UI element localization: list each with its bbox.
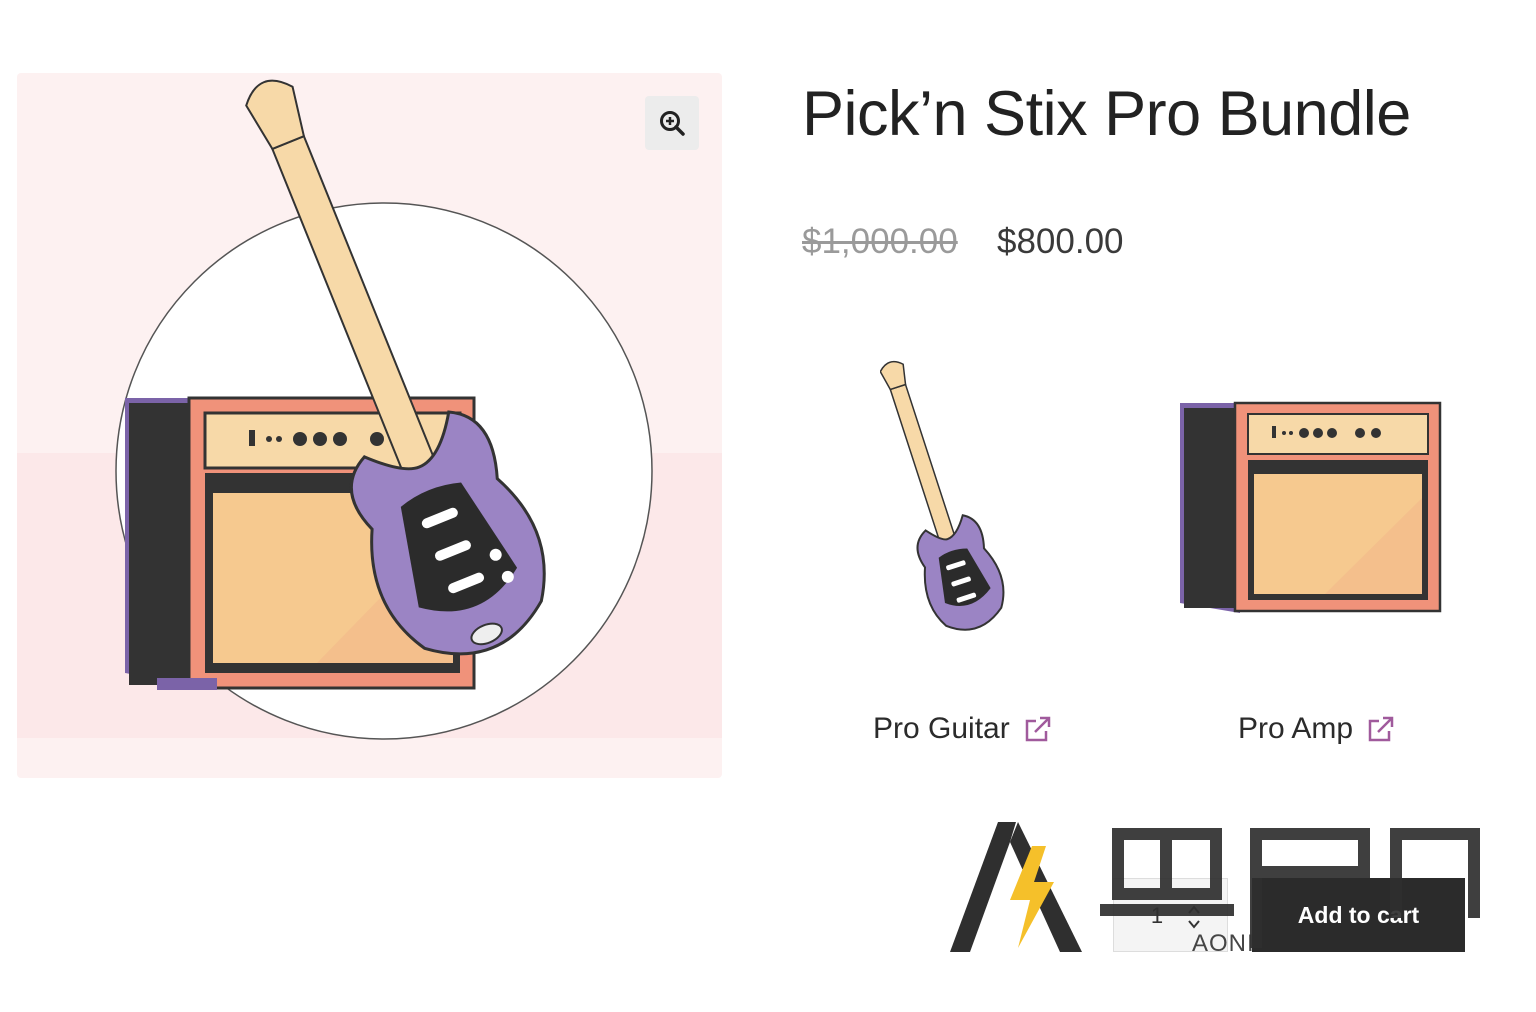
- product-gallery[interactable]: [17, 73, 722, 778]
- external-link-icon: [1025, 716, 1050, 742]
- zoom-in-icon: [660, 111, 685, 136]
- zoom-button[interactable]: [645, 96, 699, 150]
- amp-thumbnail: [1180, 401, 1442, 613]
- product-title: Pick’n Stix Pro Bundle: [802, 79, 1411, 149]
- guitar-thumbnail: [880, 360, 1005, 631]
- add-to-cart-button[interactable]: Add to cart: [1252, 878, 1465, 952]
- watermark-text: AONI: [1192, 930, 1255, 957]
- regular-price: $1,000.00: [802, 222, 958, 261]
- sale-price: $800.00: [997, 222, 1124, 261]
- product-image-guitar-amp: [17, 79, 722, 740]
- external-link-icon: [1368, 716, 1394, 742]
- bundle-item-guitar-image[interactable]: [880, 360, 1030, 660]
- quantity-input[interactable]: [1125, 898, 1189, 934]
- bundle-item-amp-link[interactable]: Pro Amp: [1238, 712, 1395, 746]
- bundle-item-guitar-link[interactable]: Pro Guitar: [873, 712, 1052, 746]
- quantity-stepper[interactable]: [1186, 902, 1202, 932]
- bundle-item-amp-image[interactable]: [1180, 398, 1445, 620]
- bundle-item-label: Pro Amp: [1238, 712, 1354, 745]
- bundle-item-label: Pro Guitar: [873, 712, 1010, 745]
